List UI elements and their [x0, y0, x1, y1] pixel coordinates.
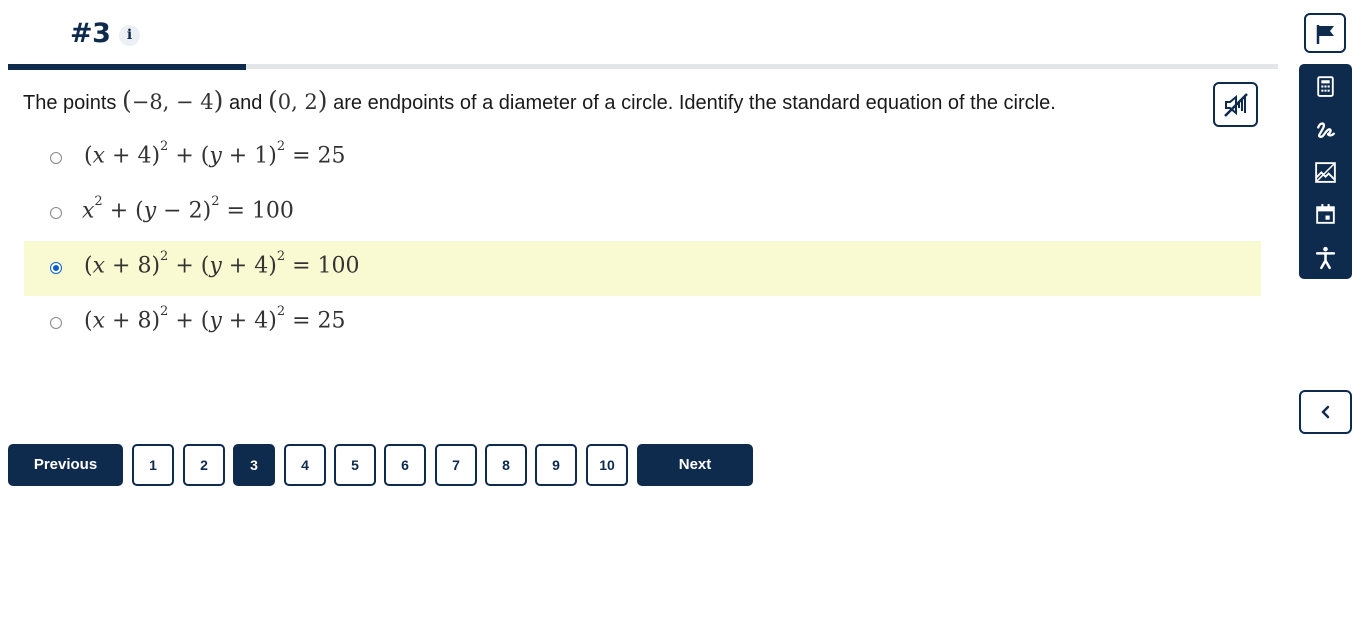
flag-button[interactable] — [1304, 13, 1346, 53]
option-radio-1[interactable] — [50, 152, 62, 164]
page-button-1[interactable]: 1 — [132, 444, 174, 486]
audio-toggle-button[interactable] — [1213, 82, 1258, 127]
previous-button[interactable]: Previous — [8, 444, 123, 486]
calendar-icon[interactable] — [1313, 202, 1338, 227]
collapse-sidebar-button[interactable] — [1299, 390, 1352, 434]
page-button-4[interactable]: 4 — [284, 444, 326, 486]
audio-muted-icon — [1224, 93, 1248, 117]
option-radio-2[interactable] — [50, 207, 62, 219]
option-equation-4: (x + 8)2 + (y + 4)2 = 25 — [84, 304, 346, 334]
progress-fill — [8, 64, 247, 70]
next-button[interactable]: Next — [637, 444, 753, 486]
question-text: The points (−8, − 4) and (0, 2) are endp… — [23, 86, 1056, 115]
page-button-5[interactable]: 5 — [334, 444, 376, 486]
answer-option-4[interactable]: (x + 8)2 + (y + 4)2 = 25 — [24, 296, 1261, 351]
accessibility-icon[interactable] — [1313, 245, 1338, 270]
page-button-9[interactable]: 9 — [535, 444, 577, 486]
flag-icon — [1316, 25, 1334, 44]
answer-option-3[interactable]: (x + 8)2 + (y + 4)2 = 100 — [24, 241, 1261, 296]
point-1: −8, − 4 — [131, 90, 214, 114]
progress-bar — [8, 64, 1278, 70]
page-button-10[interactable]: 10 — [586, 444, 628, 486]
info-icon[interactable]: i — [119, 25, 140, 46]
answer-option-2[interactable]: x2 + (y − 2)2 = 100 — [24, 186, 1261, 241]
option-radio-3[interactable] — [50, 262, 62, 274]
option-radio-4[interactable] — [50, 317, 62, 329]
question-header: #3 i — [8, 0, 1278, 70]
option-equation-1: (x + 4)2 + (y + 1)2 = 25 — [84, 139, 346, 169]
option-equation-3: (x + 8)2 + (y + 4)2 = 100 — [84, 249, 360, 279]
page-button-2[interactable]: 2 — [183, 444, 225, 486]
page-button-7[interactable]: 7 — [435, 444, 477, 486]
scribble-icon[interactable] — [1313, 117, 1338, 142]
answer-option-1[interactable]: (x + 4)2 + (y + 1)2 = 25 — [24, 131, 1261, 186]
image-icon[interactable] — [1313, 160, 1338, 185]
question-text-before: The points — [23, 92, 117, 114]
question-text-middle: and — [229, 92, 263, 114]
question-number: #3 — [70, 18, 111, 49]
chevron-left-icon — [1321, 405, 1330, 419]
option-equation-2: x2 + (y − 2)2 = 100 — [82, 194, 294, 224]
page-button-6[interactable]: 6 — [384, 444, 426, 486]
question-text-after: are endpoints of a diameter of a circle.… — [333, 92, 1056, 114]
page-button-8[interactable]: 8 — [485, 444, 527, 486]
calculator-icon[interactable] — [1313, 74, 1338, 99]
page-button-3[interactable]: 3 — [233, 444, 275, 486]
tools-toolbar — [1299, 64, 1352, 279]
point-2: 0, 2 — [277, 90, 318, 114]
